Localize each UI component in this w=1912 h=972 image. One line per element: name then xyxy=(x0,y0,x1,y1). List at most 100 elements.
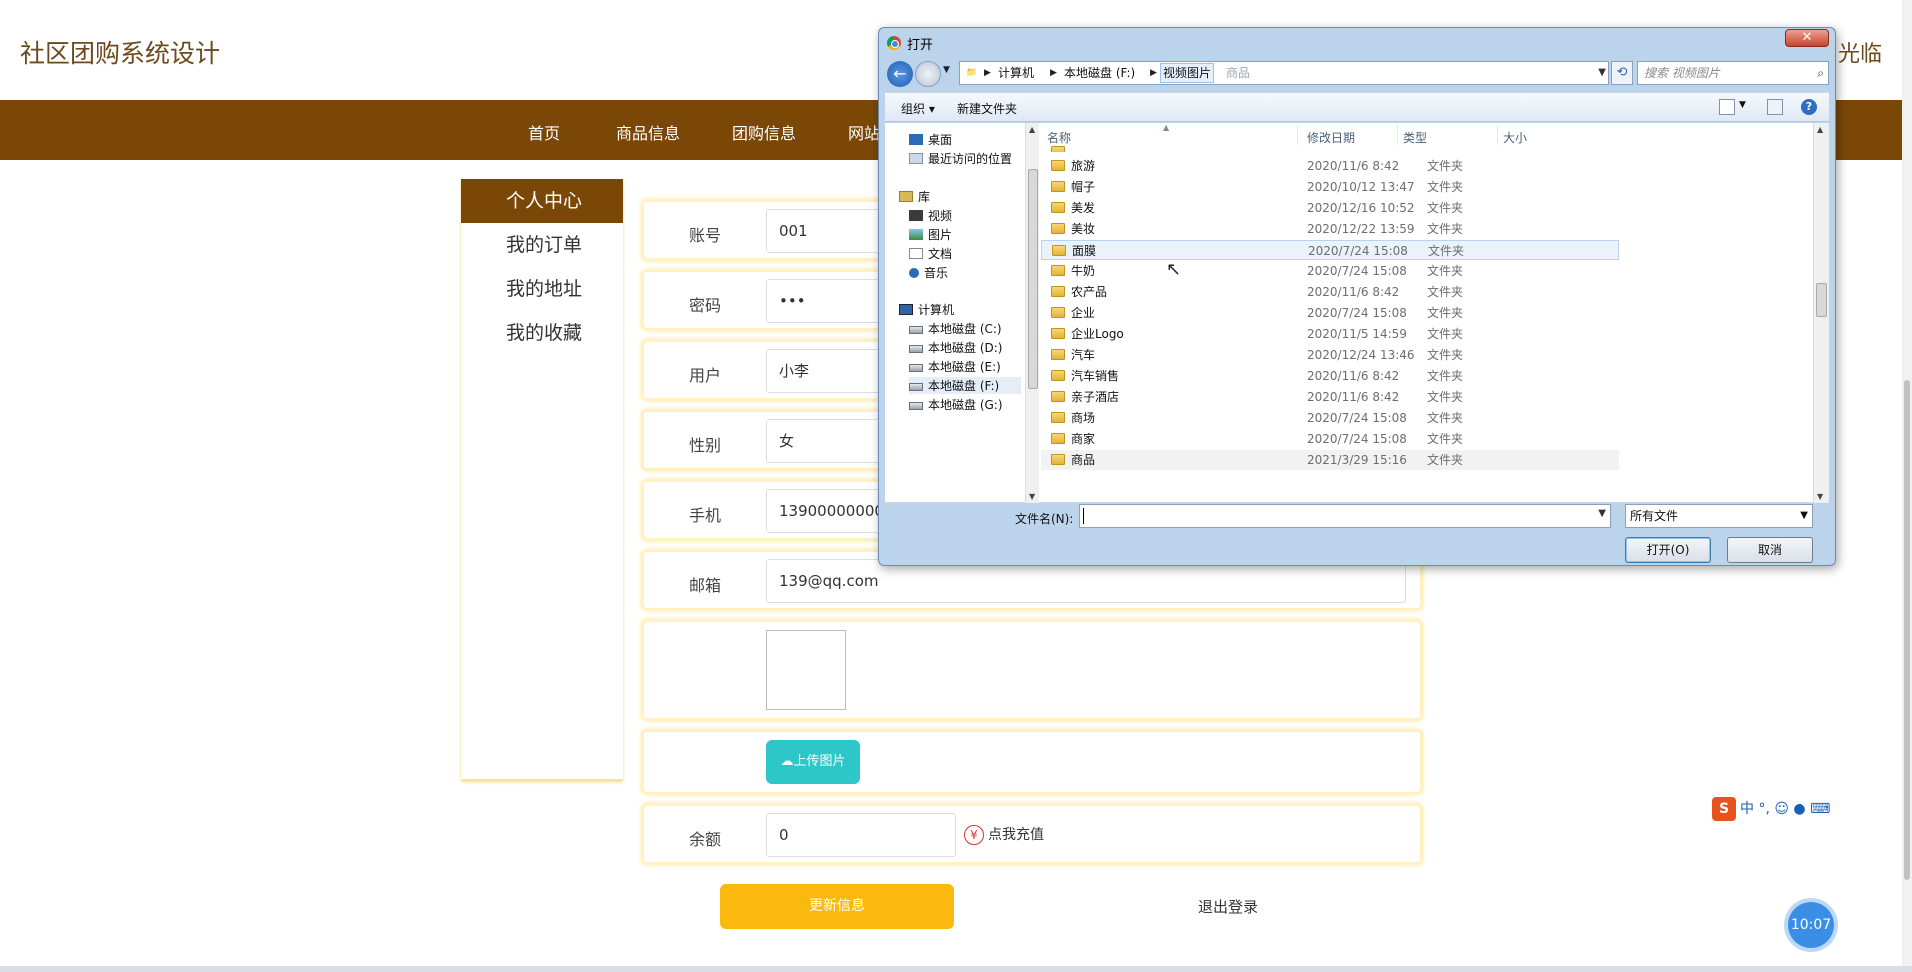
page-scrollbar-thumb[interactable] xyxy=(1904,380,1910,880)
library-icon xyxy=(899,191,913,202)
logout-link[interactable]: 退出登录 xyxy=(1198,896,1258,917)
file-row[interactable]: 商品 2021/3/29 15:16 文件夹 xyxy=(1041,450,1619,470)
phone-label: 手机 xyxy=(689,506,722,525)
recharge-link[interactable]: ¥ 点我充值 xyxy=(964,824,1044,845)
nav-products[interactable]: 商品信息 xyxy=(616,120,680,144)
dialog-body: 桌面 最近访问的位置 库 视频 图片 文档 音乐 计算机 本地磁盘 (C:) 本… xyxy=(885,123,1829,503)
new-folder-button[interactable]: 新建文件夹 xyxy=(957,100,1017,117)
file-row[interactable]: 企业Logo 2020/11/5 14:59 文件夹 xyxy=(1041,324,1619,344)
balance-field[interactable]: 0 xyxy=(766,813,956,857)
open-button[interactable]: 打开(O) xyxy=(1625,537,1711,563)
preview-pane-icon[interactable] xyxy=(1767,99,1783,115)
help-icon[interactable]: ? xyxy=(1801,99,1817,115)
tree-item-computer[interactable]: 计算机 xyxy=(899,301,954,318)
tree-item-pictures[interactable]: 图片 xyxy=(909,226,952,243)
file-row[interactable]: 汽车销售 2020/11/6 8:42 文件夹 xyxy=(1041,366,1619,386)
sidebar-item-favorites[interactable]: 我的收藏 xyxy=(461,311,623,355)
tree-label: 本地磁盘 (C:) xyxy=(928,322,1002,336)
tree-item-drive-d[interactable]: 本地磁盘 (D:) xyxy=(909,339,1002,356)
file-row[interactable]: 美发 2020/12/16 10:52 文件夹 xyxy=(1041,198,1619,218)
tree-scrollbar-thumb[interactable] xyxy=(1028,169,1038,389)
tree-label: 视频 xyxy=(928,209,953,223)
filename-input[interactable]: ▼ xyxy=(1079,504,1611,528)
view-mode-icon[interactable] xyxy=(1719,99,1735,115)
forward-arrow-icon[interactable] xyxy=(915,61,941,87)
chevron-right-icon[interactable]: ▶ xyxy=(984,62,991,84)
back-arrow-icon[interactable]: ← xyxy=(887,61,913,87)
keyboard-icon[interactable]: ⌨ xyxy=(1810,801,1830,817)
tree-item-desktop[interactable]: 桌面 xyxy=(909,131,952,148)
tree-scrollbar[interactable]: ▲ ▼ xyxy=(1025,123,1039,503)
search-input[interactable]: 搜索 视频图片 ⌕ xyxy=(1637,61,1829,85)
scroll-down-icon[interactable]: ▼ xyxy=(1029,492,1035,501)
emoji-icon[interactable]: ☺ xyxy=(1774,801,1789,817)
nav-group-buy[interactable]: 团购信息 xyxy=(732,120,796,144)
sidebar-item-orders[interactable]: 我的订单 xyxy=(461,223,623,267)
tree-item-drive-g[interactable]: 本地磁盘 (G:) xyxy=(909,396,1003,413)
nav-site[interactable]: 网站 xyxy=(848,120,880,144)
update-info-button[interactable]: 更新信息 xyxy=(720,884,954,929)
tree-item-drive-e[interactable]: 本地磁盘 (E:) xyxy=(909,358,1001,375)
breadcrumb-video-pictures[interactable]: 视频图片 xyxy=(1160,63,1215,83)
file-row[interactable]: 美妆 2020/12/22 13:59 文件夹 xyxy=(1041,219,1619,239)
tree-label: 计算机 xyxy=(918,303,955,317)
tree-item-recent[interactable]: 最近访问的位置 xyxy=(909,150,1012,167)
organize-button[interactable]: 组织 ▾ xyxy=(901,100,935,117)
email-label: 邮箱 xyxy=(689,576,722,595)
nav-home[interactable]: 首页 xyxy=(528,120,560,144)
address-bar[interactable]: 📁 ▶ 计算机 ▶ 本地磁盘 (F:) ▶ 视频图片 商品 ▼ xyxy=(959,61,1609,85)
file-row-partial[interactable] xyxy=(1041,142,1619,152)
file-row[interactable]: 牛奶 2020/7/24 15:08 文件夹 xyxy=(1041,261,1619,281)
dialog-close-button[interactable]: ✕ xyxy=(1785,29,1829,47)
folder-icon xyxy=(1051,181,1065,192)
scroll-down-icon[interactable]: ▼ xyxy=(1817,492,1823,501)
scroll-up-icon[interactable]: ▲ xyxy=(1817,125,1823,134)
tree-item-library[interactable]: 库 xyxy=(899,188,930,205)
file-row[interactable]: 农产品 2020/11/6 8:42 文件夹 xyxy=(1041,282,1619,302)
file-type: 文件夹 xyxy=(1427,453,1464,467)
clock-widget[interactable]: 10:07 xyxy=(1788,902,1834,948)
file-row[interactable]: 商家 2020/7/24 15:08 文件夹 xyxy=(1041,429,1619,449)
folder-icon xyxy=(1051,286,1065,297)
file-row[interactable]: 亲子酒店 2020/11/6 8:42 文件夹 xyxy=(1041,387,1619,407)
address-dropdown-icon[interactable]: ▼ xyxy=(1598,62,1606,84)
sidebar-item-addresses[interactable]: 我的地址 xyxy=(461,267,623,311)
tree-item-drive-c[interactable]: 本地磁盘 (C:) xyxy=(909,320,1002,337)
filetype-dropdown-icon[interactable]: ▼ xyxy=(1800,505,1808,527)
history-dropdown-icon[interactable]: ▼ xyxy=(943,65,950,75)
sidebar-item-profile[interactable]: 个人中心 xyxy=(461,179,623,223)
filename-dropdown-icon[interactable]: ▼ xyxy=(1598,508,1606,519)
file-row[interactable]: 企业 2020/7/24 15:08 文件夹 xyxy=(1041,303,1619,323)
file-list-scrollbar-thumb[interactable] xyxy=(1816,283,1827,317)
file-row[interactable]: 汽车 2020/12/24 13:46 文件夹 xyxy=(1041,345,1619,365)
chevron-right-icon[interactable]: ▶ xyxy=(1150,62,1157,84)
file-list-scrollbar[interactable]: ▲ ▼ xyxy=(1813,123,1829,503)
tree-item-documents[interactable]: 文档 xyxy=(909,245,952,262)
breadcrumb-computer[interactable]: 计算机 xyxy=(998,62,1034,84)
page-scrollbar[interactable] xyxy=(1902,0,1912,972)
upload-image-button[interactable]: ☁上传图片 xyxy=(766,740,860,784)
drive-icon xyxy=(909,326,923,334)
filetype-select[interactable]: 所有文件 ▼ xyxy=(1625,504,1813,528)
tree-item-videos[interactable]: 视频 xyxy=(909,207,952,224)
ime-toolbar[interactable]: S中 °, ☺ ● ⌨ xyxy=(1712,797,1912,823)
folder-icon xyxy=(1051,328,1065,339)
ime-mode[interactable]: 中 xyxy=(1740,801,1754,817)
ime-punct-icon[interactable]: °, xyxy=(1758,801,1774,817)
tree-label: 库 xyxy=(918,190,931,204)
chevron-right-icon[interactable]: ▶ xyxy=(1050,62,1057,84)
file-row[interactable]: 旅游 2020/11/6 8:42 文件夹 xyxy=(1041,156,1619,176)
cancel-button[interactable]: 取消 xyxy=(1727,537,1813,563)
search-icon[interactable]: ⌕ xyxy=(1817,62,1824,84)
refresh-icon[interactable]: ⟲ xyxy=(1611,61,1633,85)
microphone-icon[interactable]: ● xyxy=(1793,801,1810,817)
breadcrumb-drive-f[interactable]: 本地磁盘 (F:) xyxy=(1064,62,1135,84)
tree-label: 本地磁盘 (D:) xyxy=(928,341,1003,355)
file-row[interactable]: 帽子 2020/10/12 13:47 文件夹 xyxy=(1041,177,1619,197)
view-dropdown-icon[interactable]: ▼ xyxy=(1739,100,1746,110)
file-row[interactable]: 商场 2020/7/24 15:08 文件夹 xyxy=(1041,408,1619,428)
tree-item-drive-f[interactable]: 本地磁盘 (F:) xyxy=(909,377,1021,394)
file-row-hovered[interactable]: 面膜 2020/7/24 15:08 文件夹 xyxy=(1041,240,1619,260)
scroll-up-icon[interactable]: ▲ xyxy=(1029,125,1035,134)
tree-item-music[interactable]: 音乐 xyxy=(909,264,948,281)
